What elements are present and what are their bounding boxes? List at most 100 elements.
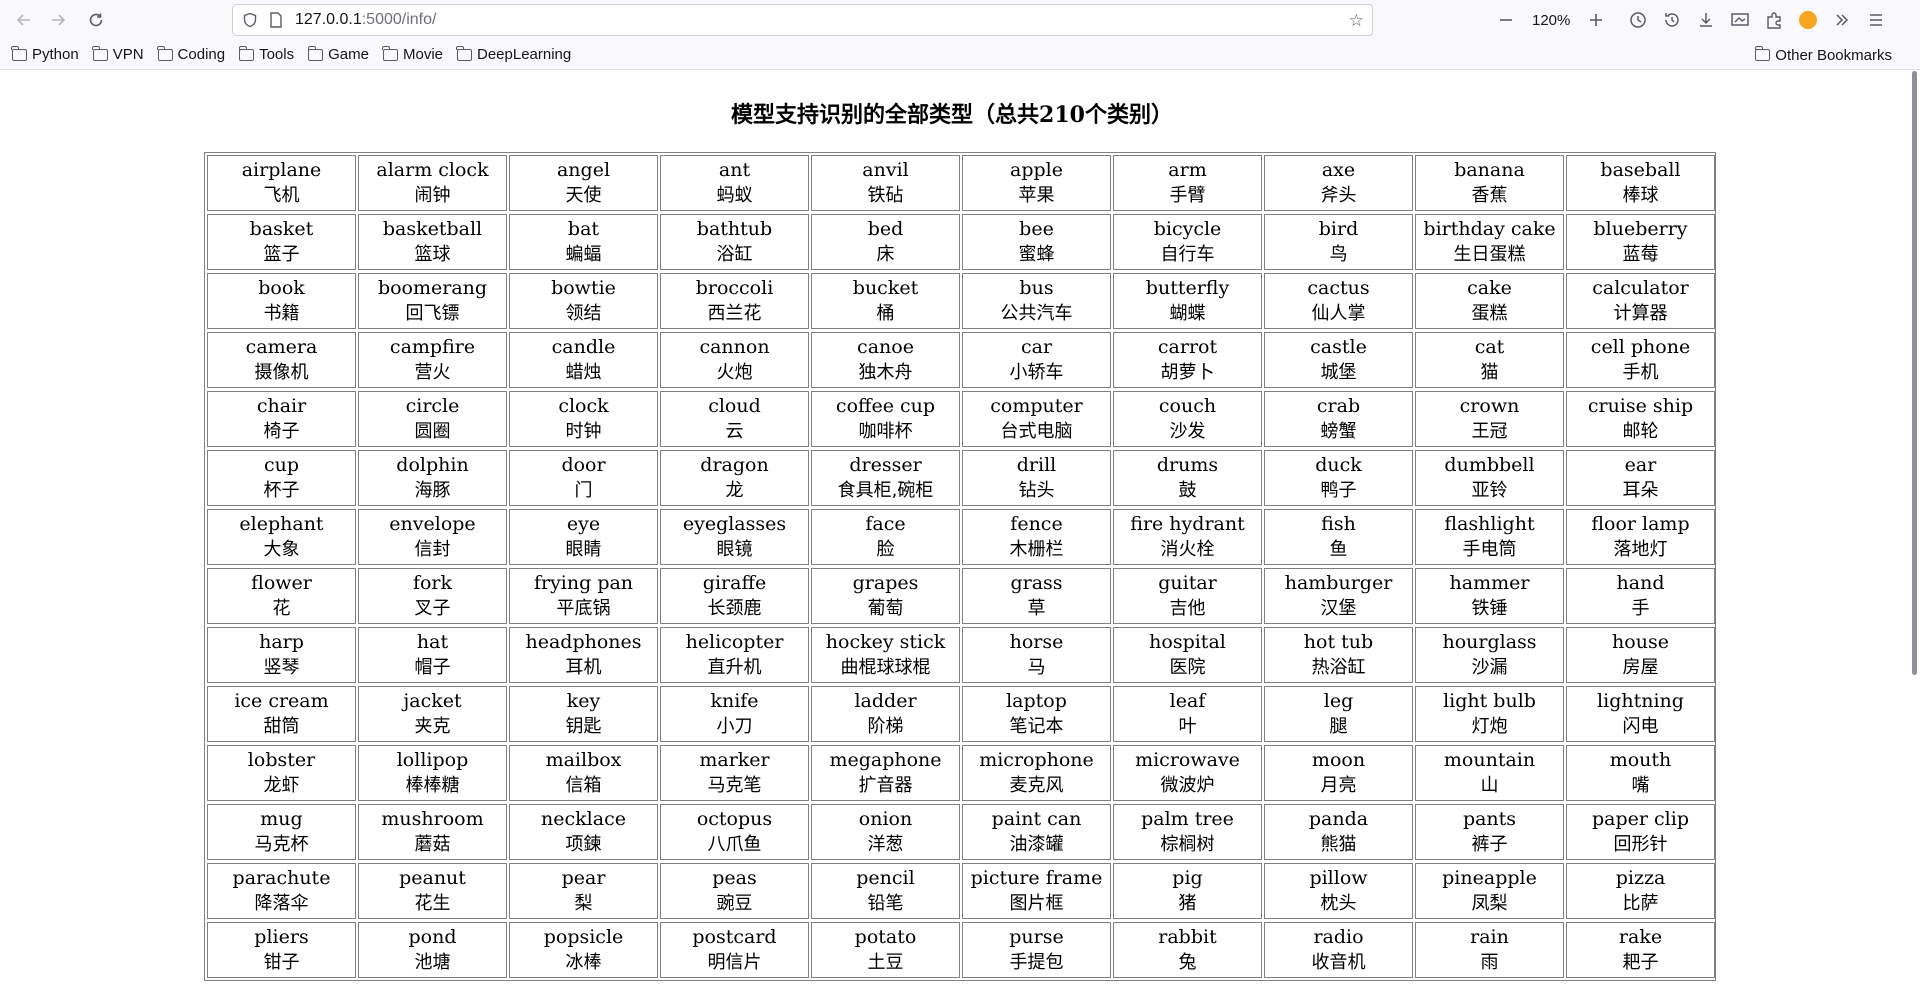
category-chinese: 木栅栏	[1009, 539, 1064, 560]
download-icon[interactable]	[1692, 6, 1720, 34]
category-english: face	[865, 513, 906, 535]
category-chinese: 八爪鱼	[707, 834, 762, 855]
category-english: necklace	[541, 808, 626, 830]
history-back-icon[interactable]	[1658, 6, 1686, 34]
category-chinese: 篮球	[414, 244, 451, 265]
category-table: airplane 飞机 alarm clock 闹钟 angel 天使 ant 蚂蚁 anvil…	[204, 152, 1716, 981]
category-english: arm	[1168, 159, 1207, 181]
history-clock-icon[interactable]	[1624, 6, 1652, 34]
category-english: pineapple	[1442, 867, 1537, 889]
category-cell: grass 草	[962, 568, 1111, 624]
bookmark-python[interactable]: Python	[11, 45, 79, 63]
back-arrow-icon[interactable]	[10, 6, 38, 34]
extensions-puzzle-icon[interactable]	[1760, 6, 1788, 34]
category-cell: eyeglasses 眼镜	[660, 509, 809, 565]
forward-arrow-icon[interactable]	[44, 6, 72, 34]
category-english: hat	[416, 631, 449, 653]
bookmark-deeplearning[interactable]: DeepLearning	[456, 45, 571, 63]
category-chinese: 城堡	[1320, 362, 1357, 383]
extension-orange-icon[interactable]	[1794, 6, 1822, 34]
category-chinese: 闹钟	[414, 185, 451, 206]
category-chinese: 海豚	[414, 480, 451, 501]
reload-icon[interactable]	[82, 6, 110, 34]
category-chinese: 洋葱	[867, 834, 904, 855]
category-english: hand	[1616, 572, 1665, 594]
category-english: frying pan	[533, 572, 634, 594]
category-english: ice cream	[234, 690, 329, 712]
category-english: eye	[566, 513, 601, 535]
page-scrollbar[interactable]	[1904, 71, 1920, 987]
category-chinese: 平底锅	[556, 598, 611, 619]
category-cell: cannon 火炮	[660, 332, 809, 388]
category-english: lollipop	[396, 749, 469, 771]
category-cell: pond 池塘	[358, 922, 507, 978]
other-bookmarks-label: Other Bookmarks	[1775, 46, 1892, 64]
bookmark-game[interactable]: Game	[307, 45, 369, 63]
category-cell: ant 蚂蚁	[660, 155, 809, 211]
category-english: fish	[1321, 513, 1356, 535]
category-chinese: 生日蛋糕	[1453, 244, 1526, 265]
bookmark-tools[interactable]: Tools	[238, 45, 294, 63]
category-cell: cat 猫	[1415, 332, 1564, 388]
category-cell: circle 圆圈	[358, 391, 507, 447]
category-cell: duck 鸭子	[1264, 450, 1413, 506]
category-cell: helicopter 直升机	[660, 627, 809, 683]
bookmark-coding[interactable]: Coding	[156, 45, 225, 63]
category-english: broccoli	[695, 277, 774, 299]
category-chinese: 热浴缸	[1311, 657, 1366, 678]
category-cell: leaf 叶	[1113, 686, 1262, 742]
scrollbar-thumb[interactable]	[1912, 71, 1917, 675]
category-cell: hand 手	[1566, 568, 1715, 624]
category-english: fence	[1010, 513, 1063, 535]
category-chinese: 叉子	[414, 598, 451, 619]
menu-hamburger-icon[interactable]	[1862, 6, 1890, 34]
category-cell: anvil 铁砧	[811, 155, 960, 211]
zoom-out-icon[interactable]	[1492, 6, 1520, 34]
shield-icon[interactable]	[241, 11, 259, 29]
url-bar[interactable]: 127.0.0.1:5000/info/ ☆	[232, 4, 1373, 36]
zoom-level[interactable]: 120%	[1526, 9, 1576, 32]
category-chinese: 麦克风	[1009, 775, 1064, 796]
category-cell: ladder 阶梯	[811, 686, 960, 742]
category-chinese: 浴缸	[716, 244, 753, 265]
bookmark-movie[interactable]: Movie	[382, 45, 443, 63]
screenshot-icon[interactable]	[1726, 6, 1754, 34]
page-info-icon[interactable]	[267, 11, 285, 29]
category-cell: mountain 山	[1415, 745, 1564, 801]
category-chinese: 收音机	[1311, 952, 1366, 973]
category-chinese: 花	[272, 598, 291, 619]
category-english: pillow	[1309, 867, 1368, 889]
category-english: hospital	[1149, 631, 1226, 653]
category-chinese: 信箱	[565, 775, 602, 796]
bookmark-star-icon[interactable]: ☆	[1349, 11, 1364, 31]
category-cell: hat 帽子	[358, 627, 507, 683]
zoom-in-icon[interactable]	[1582, 6, 1610, 34]
category-chinese: 马克杯	[254, 834, 309, 855]
category-cell: basketball 篮球	[358, 214, 507, 270]
category-cell: guitar 吉他	[1113, 568, 1262, 624]
category-english: floor lamp	[1591, 513, 1690, 535]
other-bookmarks[interactable]: Other Bookmarks	[1754, 40, 1892, 70]
category-chinese: 池塘	[414, 952, 451, 973]
category-cell: panda 熊猫	[1264, 804, 1413, 860]
category-cell: palm tree 棕榈树	[1113, 804, 1262, 860]
category-cell: bird 鸟	[1264, 214, 1413, 270]
category-chinese: 圆圈	[414, 421, 451, 442]
category-chinese: 马克笔	[707, 775, 762, 796]
category-chinese: 冰棒	[565, 952, 602, 973]
category-chinese: 项鍊	[565, 834, 602, 855]
category-cell: fence 木栅栏	[962, 509, 1111, 565]
browser-toolbar: 127.0.0.1:5000/info/ ☆ 120%	[0, 0, 1920, 40]
category-cell: bee 蜜蜂	[962, 214, 1111, 270]
category-cell: blueberry 蓝莓	[1566, 214, 1715, 270]
bookmark-vpn[interactable]: VPN	[92, 45, 144, 63]
category-cell: grapes 葡萄	[811, 568, 960, 624]
category-cell: knife 小刀	[660, 686, 809, 742]
category-cell: postcard 明信片	[660, 922, 809, 978]
category-english: pond	[408, 926, 457, 948]
category-cell: pig 猪	[1113, 863, 1262, 919]
category-chinese: 时钟	[565, 421, 602, 442]
category-cell: face 脸	[811, 509, 960, 565]
category-english: potato	[854, 926, 917, 948]
overflow-chevron-icon[interactable]	[1828, 6, 1856, 34]
